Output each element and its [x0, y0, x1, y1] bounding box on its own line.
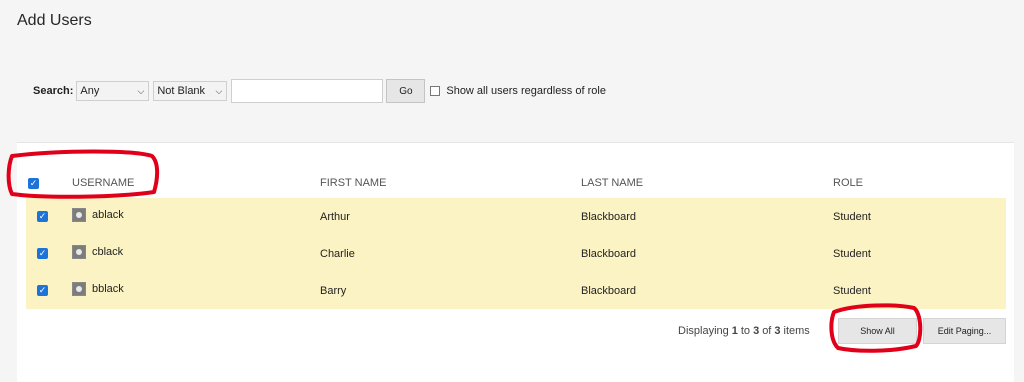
- row-checkbox[interactable]: ✓: [37, 285, 48, 296]
- paging-bar: Displaying 1 to 3 of 3 items Show All Ed…: [17, 318, 1014, 344]
- row-checkbox[interactable]: ✓: [37, 211, 48, 222]
- role-cell: Student: [833, 247, 871, 260]
- select-all-checkbox[interactable]: ✓: [28, 177, 39, 189]
- last-name-cell: Blackboard: [581, 247, 637, 260]
- show-all-roles-checkbox[interactable]: [430, 86, 441, 96]
- paging-status: Displaying 1 to 3 of 3 items: [678, 325, 810, 337]
- go-button[interactable]: Go: [386, 79, 426, 103]
- username-cell: bblack: [92, 282, 124, 295]
- column-header-first-name[interactable]: FIRST NAME: [320, 168, 386, 198]
- search-operator-value: Not Blank: [157, 85, 206, 97]
- chevron-down-icon: ⌵: [215, 85, 223, 96]
- first-name-cell: Charlie: [320, 247, 355, 260]
- table-header: ✓ USERNAME FIRST NAME LAST NAME ROLE: [17, 168, 1014, 198]
- avatar: [72, 244, 86, 259]
- search-label: Search:: [33, 85, 74, 97]
- column-header-username[interactable]: USERNAME: [72, 168, 134, 198]
- column-header-last-name[interactable]: LAST NAME: [581, 168, 643, 198]
- table-row: ✓ ablack Arthur Blackboard Student: [26, 198, 1006, 235]
- last-name-cell: Blackboard: [581, 284, 637, 297]
- search-field-value: Any: [80, 85, 100, 97]
- search-input[interactable]: [231, 79, 384, 103]
- edit-paging-button[interactable]: Edit Paging...: [923, 318, 1006, 344]
- search-bar: Search: Any ⌵ Not Blank ⌵ Go Show all us…: [33, 79, 606, 103]
- table-row: ✓ cblack Charlie Blackboard Student: [26, 235, 1006, 272]
- role-cell: Student: [833, 210, 871, 223]
- first-name-cell: Arthur: [320, 210, 350, 223]
- avatar: [72, 207, 86, 222]
- column-header-role[interactable]: ROLE: [833, 168, 863, 198]
- last-name-cell: Blackboard: [581, 210, 637, 223]
- username-cell: ablack: [92, 208, 124, 221]
- avatar: [72, 281, 86, 296]
- users-table: ✓ USERNAME FIRST NAME LAST NAME ROLE ✓ a…: [17, 142, 1014, 382]
- username-cell: cblack: [92, 245, 124, 258]
- show-all-roles-label: Show all users regardless of role: [446, 85, 606, 97]
- first-name-cell: Barry: [320, 284, 347, 297]
- row-checkbox[interactable]: ✓: [37, 248, 48, 259]
- search-operator-select[interactable]: Not Blank ⌵: [153, 81, 228, 101]
- table-row: ✓ bblack Barry Blackboard Student: [26, 272, 1006, 309]
- chevron-down-icon: ⌵: [137, 85, 145, 96]
- search-field-select[interactable]: Any ⌵: [76, 81, 150, 101]
- page-title: Add Users: [17, 12, 92, 29]
- show-all-button[interactable]: Show All: [838, 318, 917, 344]
- role-cell: Student: [833, 284, 871, 297]
